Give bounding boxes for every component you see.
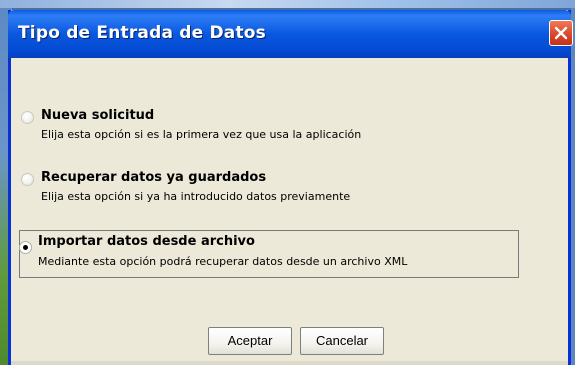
dialog-content: Nueva solicitud Elija esta opción si es … bbox=[11, 58, 568, 365]
dialog-window: Tipo de Entrada de Datos Nueva solicitud… bbox=[8, 10, 573, 365]
close-icon bbox=[554, 26, 568, 40]
dialog-bottom-edge bbox=[11, 361, 568, 365]
close-button[interactable] bbox=[549, 20, 573, 46]
title-bar[interactable]: Tipo de Entrada de Datos bbox=[8, 10, 573, 58]
option-title: Importar datos desde archivo bbox=[38, 234, 255, 249]
desktop-background-top bbox=[0, 0, 575, 8]
desktop-background-right bbox=[571, 8, 575, 365]
option-importar-datos[interactable]: Importar datos desde archivo Mediante es… bbox=[19, 230, 519, 278]
radio-dot bbox=[23, 245, 28, 250]
option-description: Elija esta opción si ya ha introducido d… bbox=[41, 190, 351, 203]
option-recuperar-datos[interactable]: Recuperar datos ya guardados Elija esta … bbox=[19, 170, 519, 212]
option-title: Nueva solicitud bbox=[41, 108, 155, 123]
radio-unchecked-icon[interactable] bbox=[21, 173, 34, 186]
option-title: Recuperar datos ya guardados bbox=[41, 170, 267, 185]
option-description: Mediante esta opción podrá recuperar dat… bbox=[38, 255, 408, 268]
option-nueva-solicitud[interactable]: Nueva solicitud Elija esta opción si es … bbox=[19, 108, 519, 150]
radio-unchecked-icon[interactable] bbox=[21, 111, 34, 124]
radio-checked-icon[interactable] bbox=[19, 241, 32, 254]
cancel-button[interactable]: Cancelar bbox=[300, 327, 384, 355]
window-title: Tipo de Entrada de Datos bbox=[18, 23, 266, 43]
option-description: Elija esta opción si es la primera vez q… bbox=[41, 128, 362, 141]
accept-button[interactable]: Aceptar bbox=[208, 327, 292, 355]
